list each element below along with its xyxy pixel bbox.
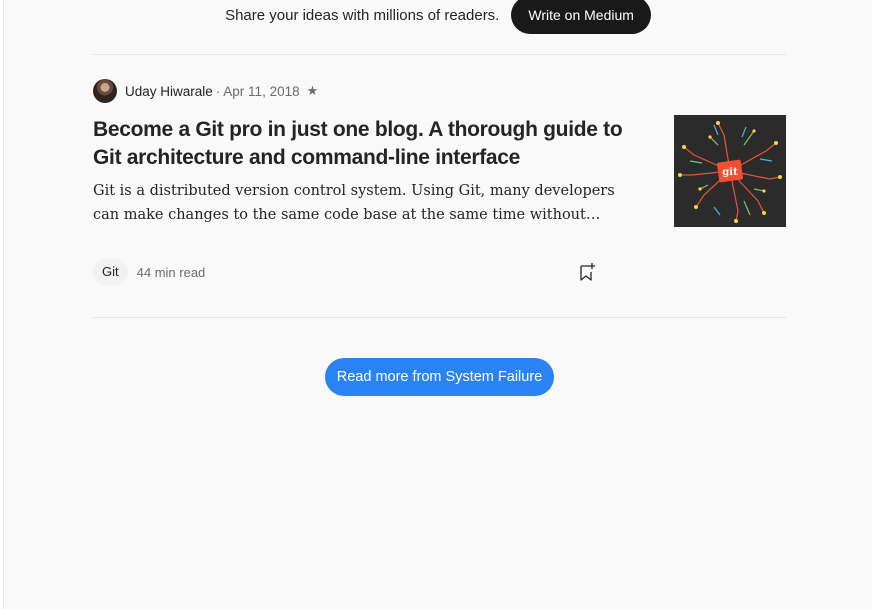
divider-top [93, 54, 786, 55]
post-excerpt[interactable]: Git is a distributed version control sys… [93, 179, 623, 227]
divider-bottom [93, 317, 786, 318]
git-graph-image: git [674, 115, 786, 227]
tag-pill[interactable]: Git [93, 259, 128, 285]
page: Share your ideas with millions of reader… [3, 0, 872, 609]
post-title[interactable]: Become a Git pro in just one blog. A tho… [93, 116, 623, 172]
thumbnail-git-label: git [722, 167, 738, 178]
cta-text: Share your ideas with millions of reader… [225, 6, 500, 24]
meta-separator: · [215, 83, 221, 99]
post-thumbnail[interactable]: git [674, 115, 786, 227]
post-footer: Git 44 min read [93, 259, 205, 285]
post-meta: Uday Hiwarale · Apr 11, 2018 ★ [93, 79, 318, 103]
post-date: Apr 11, 2018 [223, 83, 300, 99]
write-cta-bar: Share your ideas with millions of reader… [4, 0, 872, 34]
write-on-medium-button[interactable]: Write on Medium [511, 0, 651, 34]
read-time: 44 min read [136, 264, 206, 280]
star-icon: ★ [306, 83, 319, 98]
read-more-button[interactable]: Read more from System Failure [325, 358, 554, 396]
author-name[interactable]: Uday Hiwarale [125, 84, 213, 99]
author-avatar[interactable] [93, 79, 117, 103]
bookmark-add-icon[interactable] [577, 261, 597, 283]
